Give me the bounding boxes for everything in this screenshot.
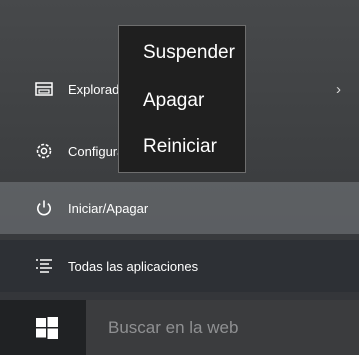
power-option-restart[interactable]: Reiniciar [143,136,217,158]
search-placeholder: Buscar en la web [108,317,239,337]
start-item-all-apps[interactable]: Todas las aplicaciones [0,240,359,292]
all-apps-icon [34,256,54,276]
gear-icon [34,141,54,161]
start-item-label: Iniciar/Apagar [68,200,149,216]
power-option-shutdown[interactable]: Apagar [143,90,204,112]
start-item-power[interactable]: Iniciar/Apagar [0,182,359,234]
power-option-sleep[interactable]: Suspender [143,42,235,64]
start-menu: Explorador de archivos › Configuración I… [0,0,359,300]
power-submenu: Suspender Apagar Reiniciar [118,25,246,173]
file-explorer-icon [34,79,54,99]
search-box[interactable]: Buscar en la web [86,300,359,355]
power-icon [34,198,54,218]
windows-logo-icon[interactable] [36,317,58,339]
chevron-right-icon: › [336,81,341,98]
start-item-label: Todas las aplicaciones [68,258,199,274]
